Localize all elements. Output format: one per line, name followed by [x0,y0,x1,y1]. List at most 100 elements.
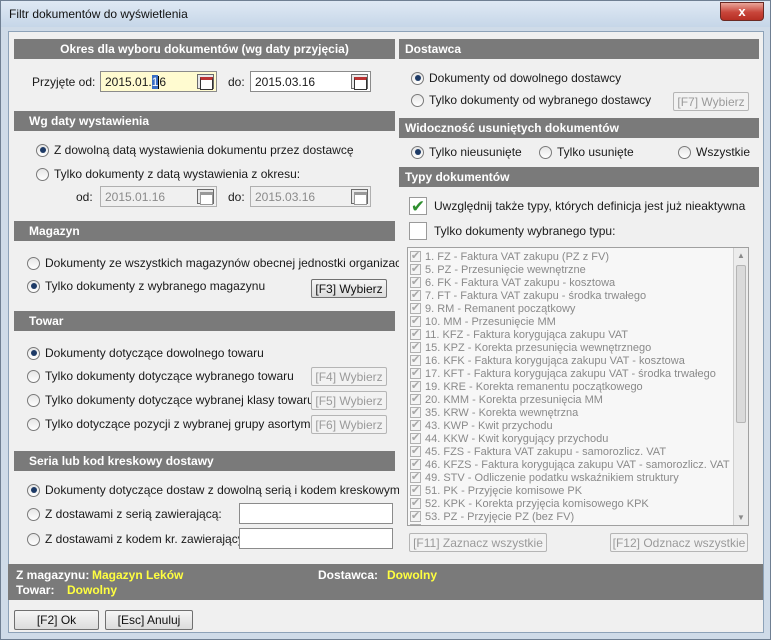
radio-button[interactable] [27,256,40,270]
issue-from-field[interactable]: 2015.01.16 [100,186,217,207]
calendar-icon[interactable] [197,74,214,90]
list-item[interactable]: ✔ 44. KKW - Kwit korygujący przychodu [410,432,608,445]
radio-product-class[interactable]: Tylko dokumenty dotyczące wybranej klasy… [27,393,314,407]
radio-issue-any[interactable]: Z dowolną datą wystawienia dokumentu prz… [36,143,354,157]
checkbox[interactable]: ✔ [410,472,421,483]
checkbox[interactable]: ✔ [410,498,421,509]
product-f5-button[interactable]: [F5] Wybierz [311,391,387,410]
radio-serial-contains[interactable]: Z dostawami z serią zawierającą: [27,507,222,521]
radio-warehouse-all[interactable]: Dokumenty ze wszystkich magazynów obecne… [27,256,426,270]
checkbox[interactable]: ✔ [409,197,427,215]
radio-button[interactable] [27,417,40,431]
list-item[interactable]: ✔ 19. KRE - Korekta remanentu początkoweg… [410,380,643,393]
radio-button[interactable] [27,369,40,383]
product-f6-button[interactable]: [F6] Wybierz [311,415,387,434]
checkbox[interactable]: ✔ [410,394,421,405]
list-item[interactable]: ✔ 15. KPZ - Korekta przesunięcia wewnętrz… [410,341,651,354]
checkbox[interactable]: ✔ [410,355,421,366]
checkbox[interactable]: ✔ [410,420,421,431]
radio-supplier-any[interactable]: Dokumenty od dowolnego dostawcy [411,71,621,85]
list-item[interactable]: ✔ 16. KFK - Faktura korygująca zakupu VAT… [410,354,685,367]
only-selected-types-checkbox[interactable]: Tylko dokumenty wybranego typu: [409,222,615,240]
radio-issue-period[interactable]: Tylko dokumenty z datą wystawienia z okr… [36,167,300,181]
radio-warehouse-selected[interactable]: Tylko dokumenty z wybranego magazynu [27,279,265,293]
supplier-choose-button[interactable]: [F7] Wybierz [673,92,749,111]
title-bar[interactable]: Filtr dokumentów do wyświetlenia x [1,1,770,27]
checkbox[interactable]: ✔ [410,381,421,392]
radio-button[interactable] [411,71,424,85]
calendar-icon[interactable] [351,74,368,90]
radio-button[interactable] [411,145,424,159]
checkbox[interactable]: ✔ [410,329,421,340]
to-date-field[interactable]: 2015.03.16 [250,71,371,92]
radio-button[interactable] [27,346,40,360]
checkbox[interactable]: ✔ [410,290,421,301]
warehouse-choose-button[interactable]: [F3] Wybierz [311,279,387,298]
radio-button[interactable] [539,145,552,159]
serial-input[interactable] [239,503,393,524]
checkbox[interactable]: ✔ [410,433,421,444]
list-item[interactable]: ✔ 45. FZS - Faktura VAT zakupu - samorozl… [410,445,666,458]
radio-button[interactable] [27,483,40,497]
scroll-up-icon[interactable]: ▲ [734,248,748,263]
radio-deleted-all[interactable]: Wszystkie [678,145,750,159]
radio-button[interactable] [27,279,40,293]
scrollbar-thumb[interactable] [736,265,746,423]
barcode-input[interactable] [239,528,393,549]
list-item[interactable]: ✔ 53. PZ - Przyjęcie PZ (bez FV) [410,510,574,523]
radio-product-item[interactable]: Tylko dokumenty dotyczące wybranego towa… [27,369,294,383]
calendar-icon[interactable] [197,189,214,205]
list-item[interactable]: ✔ 6. FK - Faktura VAT zakupu - kosztowa [410,276,615,289]
radio-barcode-contains[interactable]: Z dostawami z kodem kr. zawierającym: [27,532,257,546]
list-item[interactable]: ✔ 5. PZ - Przesunięcie wewnętrzne [410,263,586,276]
checkbox[interactable]: ✔ [410,524,421,525]
list-item[interactable]: ✔ 9. RM - Remanent początkowy [410,302,575,315]
radio-product-any[interactable]: Dokumenty dotyczące dowolnego towaru [27,346,264,360]
from-date-field[interactable]: 2015.01. 1 6 [100,71,217,92]
list-scrollbar[interactable]: ▲ ▼ [733,248,748,525]
select-all-button[interactable]: [F11] Zaznacz wszystkie [409,533,547,552]
list-item[interactable]: ✔ 1. FZ - Faktura VAT zakupu (PZ z FV) [410,250,609,263]
list-item[interactable]: ✔ 20. KMM - Korekta przesunięcia MM [410,393,603,406]
list-item[interactable]: ✔ 51. PK - Przyjęcie komisowe PK [410,484,582,497]
calendar-icon[interactable] [351,189,368,205]
product-f4-button[interactable]: [F4] Wybierz [311,367,387,386]
checkbox[interactable]: ✔ [410,264,421,275]
checkbox[interactable]: ✔ [410,251,421,262]
checkbox[interactable]: ✔ [410,316,421,327]
list-item[interactable]: ✔ 43. KWP - Kwit przychodu [410,419,553,432]
radio-button[interactable] [27,507,40,521]
radio-deleted-only[interactable]: Tylko usunięte [539,145,634,159]
radio-button[interactable] [27,393,40,407]
issue-to-field[interactable]: 2015.03.16 [250,186,371,207]
list-item[interactable]: ✔ 49. STV - Odliczenie podatku wskaźnikie… [410,471,679,484]
list-item[interactable]: ✔ 10. MM - Przesunięcie MM [410,315,556,328]
radio-supplier-selected[interactable]: Tylko dokumenty od wybranego dostawcy [411,93,651,107]
include-inactive-checkbox[interactable]: ✔ Uwzględnij także typy, których definic… [409,197,745,215]
checkbox[interactable]: ✔ [410,459,421,470]
checkbox[interactable]: ✔ [410,485,421,496]
radio-product-group[interactable]: Tylko dotyczące pozycji z wybranej grupy… [27,417,314,431]
radio-serial-any[interactable]: Dokumenty dotyczące dostaw z dowolną ser… [27,483,400,497]
radio-button[interactable] [36,143,49,157]
checkbox[interactable]: ✔ [410,446,421,457]
cancel-button[interactable]: [Esc] Anuluj [105,610,193,630]
checkbox[interactable]: ✔ [410,342,421,353]
list-item[interactable]: ✔ 52. KPK - Korekta przyjęcia komisowego … [410,497,649,510]
list-item[interactable]: ✔ 54. KPZ - Korekta przyjęcia PZ (bez FV) [410,523,621,525]
list-item[interactable]: ✔ 11. KFZ - Faktura korygująca zakupu VAT [410,328,628,341]
checkbox[interactable]: ✔ [410,368,421,379]
scroll-down-icon[interactable]: ▼ [734,510,748,525]
ok-button[interactable]: [F2] Ok [14,610,99,630]
checkbox[interactable]: ✔ [410,303,421,314]
radio-button[interactable] [36,167,49,181]
deselect-all-button[interactable]: [F12] Odznacz wszystkie [610,533,748,552]
radio-button[interactable] [27,532,40,546]
list-item[interactable]: ✔ 7. FT - Faktura VAT zakupu - środka trw… [410,289,646,302]
list-item[interactable]: ✔ 35. KRW - Korekta wewnętrzna [410,406,578,419]
checkbox[interactable]: ✔ [410,407,421,418]
list-item[interactable]: ✔ 17. KFT - Faktura korygująca zakupu VAT… [410,367,716,380]
checkbox[interactable]: ✔ [410,511,421,522]
checkbox[interactable]: ✔ [410,277,421,288]
list-item[interactable]: ✔ 46. KFZS - Faktura korygująca zakupu VA… [410,458,730,471]
